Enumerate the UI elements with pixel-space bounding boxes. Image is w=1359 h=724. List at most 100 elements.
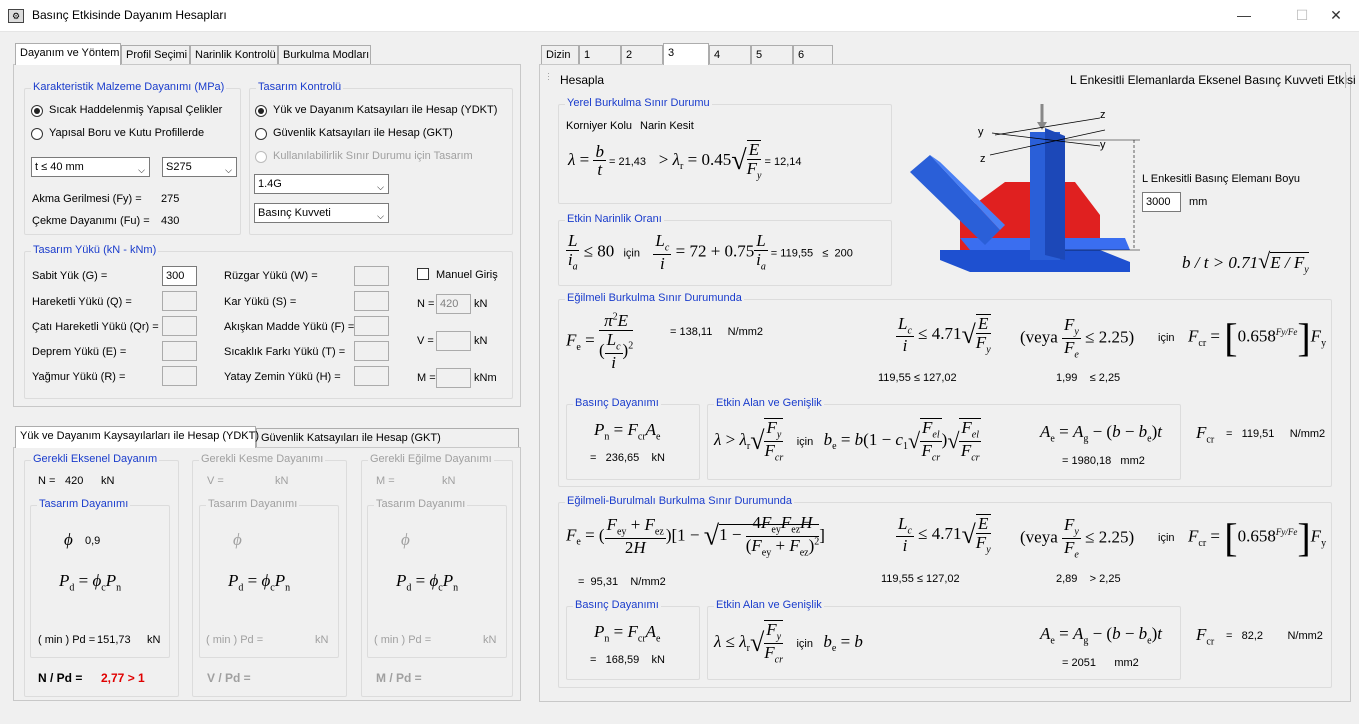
local-lambda-r-value: 12,14: [773, 155, 802, 168]
axial-phi-value: 0,9: [85, 535, 101, 547]
tors-fcr-label: Fcr: [1196, 625, 1215, 648]
load-t-input[interactable]: [354, 341, 389, 361]
toolbar-separator: [1345, 72, 1346, 88]
minimize-button[interactable]: —: [1221, 0, 1267, 30]
close-button[interactable]: ✕: [1313, 0, 1359, 30]
radio-ydkt[interactable]: [255, 105, 267, 117]
radio-gkt[interactable]: [255, 128, 267, 140]
calculate-button[interactable]: Hesapla: [560, 73, 604, 87]
moment-design-title: Tasarım Dayanımı: [374, 498, 468, 510]
label-hot-rolled: Sıcak Haddelenmiş Yapısal Çelikler: [49, 104, 223, 116]
load-r-input[interactable]: [162, 366, 197, 386]
axial-ratio-value: 2,77 > 1: [101, 671, 145, 685]
m-label: M =: [417, 372, 436, 384]
slender-kl: 72: [689, 241, 707, 261]
load-g-input[interactable]: 300: [162, 266, 197, 286]
load-r-label: Yağmur Yükü (R) =: [32, 371, 126, 383]
moment-title: Gerekli Eğilme Dayanımı: [368, 453, 494, 465]
tab-ydkt[interactable]: Yük ve Dayanım Kaysayılarları ile Hesap …: [15, 426, 259, 448]
tors-cond1-formula: Lc i ≤ 4.71√ E Fy: [896, 513, 991, 556]
radio-hot-rolled[interactable]: [31, 105, 43, 117]
tab-3[interactable]: 3: [663, 43, 709, 65]
local-title: Yerel Burkulma Sınır Durumu: [565, 97, 712, 109]
flex-pn-formula: Pn = FcrAe: [594, 420, 661, 443]
length-label: L Enkesitli Basınç Elemanı Boyu: [1142, 173, 1300, 185]
load-s-input[interactable]: [354, 291, 389, 311]
loads-title: Tasarım Yükü (kN - kNm): [31, 244, 159, 256]
load-e-input[interactable]: [162, 341, 197, 361]
tab-gkt[interactable]: Güvenlik Katsayıları ile Hesap (GKT): [256, 428, 519, 448]
shear-pd-formula: Pd = ϕcPn: [228, 571, 291, 594]
tab-dizin[interactable]: Dizin: [541, 45, 579, 65]
tors-fcr-unit: N/mm2: [1287, 630, 1323, 642]
n-unit: kN: [474, 298, 488, 310]
tab-1[interactable]: 1: [579, 45, 621, 65]
tors-eff-formula: λ ≤ λr√ Fy Fcr için be = b: [714, 620, 863, 666]
axial-design-title: Tasarım Dayanımı: [37, 498, 131, 510]
slender-limit: 200: [834, 247, 853, 260]
load-h-input[interactable]: [354, 366, 389, 386]
flex-fcr-label: Fcr: [1196, 423, 1215, 446]
load-w-input[interactable]: [354, 266, 389, 286]
app-icon: ⚙: [8, 9, 24, 23]
n-input[interactable]: 420: [436, 294, 471, 314]
flex-eff-title: Etkin Alan ve Genişlik: [714, 397, 824, 409]
flex-for: için: [1158, 332, 1175, 344]
radio-hollow[interactable]: [31, 128, 43, 140]
tors-pn-formula: Pn = FcrAe: [594, 622, 661, 645]
flex-fcr-formula: Fcr = [0.658Fy/Fe]Fy: [1188, 315, 1327, 360]
tab-5[interactable]: 5: [751, 45, 793, 65]
tab-4[interactable]: 4: [709, 45, 751, 65]
thickness-select[interactable]: t ≤ 40 mm ⌵: [31, 157, 150, 177]
flex-fe-value: = 138,11 N/mm2: [670, 326, 764, 338]
force-type-select[interactable]: Basınç Kuvveti ⌵: [254, 203, 389, 223]
moment-phi: ϕ: [401, 530, 410, 549]
load-qr-input[interactable]: [162, 316, 197, 336]
bt-limit-formula: b / t > 0.71√E / Fy: [1182, 248, 1309, 276]
flex-cond2-formula: (veya Fy Fe ≤ 2.25): [1020, 315, 1135, 361]
flex-comp-title: Basınç Dayanımı: [573, 397, 661, 409]
flex-cond1-formula: Lc i ≤ 4.71√ E Fy: [896, 313, 991, 356]
m-input[interactable]: [436, 368, 471, 388]
flex-fcr: 119,51: [1241, 428, 1275, 440]
tors-fcr-value: = 82,2 N/mm2: [1226, 630, 1323, 642]
load-combo-select[interactable]: 1.4G ⌵: [254, 174, 389, 194]
tab-burkulma-modlari[interactable]: Burkulma Modları: [278, 45, 371, 65]
tors-cond2-op: >: [1089, 573, 1097, 585]
moment-pd-label: ( min ) Pd =: [374, 634, 432, 646]
tab-dayanim-yontem[interactable]: Dayanım ve Yöntem: [15, 43, 121, 65]
radio-serviceability[interactable]: [255, 151, 267, 163]
tab-narinlik-kontrolu[interactable]: Narinlik Kontrolü: [190, 45, 278, 65]
shear-title: Gerekli Kesme Dayanımı: [199, 453, 326, 465]
chevron-down-icon: ⌵: [377, 211, 384, 221]
tab-2[interactable]: 2: [621, 45, 663, 65]
slender-title: Etkin Narinlik Oranı: [565, 213, 664, 225]
flex-fe-unit: N/mm2: [727, 326, 764, 338]
load-f-input[interactable]: [354, 316, 389, 336]
flex-pn-value: = 236,65 kN: [590, 452, 665, 464]
tors-cond2-a: 2,89: [1056, 573, 1078, 585]
flex-cond2-b: 2,25: [1098, 372, 1121, 384]
moment-m-label: M =: [376, 475, 395, 487]
tab-6[interactable]: 6: [793, 45, 833, 65]
load-w-label: Rüzgar Yükü (W) =: [224, 270, 318, 282]
m-unit: kNm: [474, 372, 497, 384]
tab-profil-secimi[interactable]: Profil Seçimi: [121, 45, 190, 65]
shear-phi: ϕ: [233, 530, 242, 549]
flex-cond2-op: ≤: [1089, 372, 1096, 384]
manual-input-label: Manuel Giriş: [436, 269, 498, 281]
shear-v-label: V =: [207, 475, 224, 487]
v-input[interactable]: [436, 331, 471, 351]
label-gkt: Güvenlik Katsayıları ile Hesap (GKT): [273, 127, 453, 139]
manual-input-checkbox[interactable]: [417, 268, 429, 280]
moment-m-unit: kN: [442, 475, 456, 487]
tors-ae-value: = 2051 mm2: [1062, 657, 1139, 669]
axial-pd-formula: Pd = ϕcPn: [59, 571, 122, 594]
load-q-input[interactable]: [162, 291, 197, 311]
grade-select[interactable]: S275 ⌵: [162, 157, 237, 177]
tors-ae-unit: mm2: [1114, 657, 1139, 669]
fy-value: 275: [161, 193, 180, 205]
length-input[interactable]: 3000: [1142, 192, 1181, 212]
tors-comp-title: Basınç Dayanımı: [573, 599, 661, 611]
vertical-profile-side: [1045, 128, 1065, 260]
